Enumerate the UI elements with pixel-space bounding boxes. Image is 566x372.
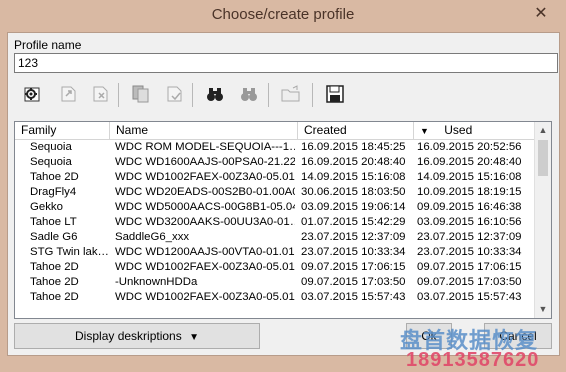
cell-name: WDC WD1002FAEX-00Z3A0-05.01…	[115, 291, 295, 303]
table-row[interactable]: Tahoe 2D WDC WD1002FAEX-00Z3A0-05.01… 03.0…	[15, 290, 535, 305]
cell-used: 16.09.2015 20:52:56	[417, 141, 522, 153]
cell-name: WDC WD1002FAEX-00Z3A0-05.01…	[115, 261, 295, 273]
toolbar-separator	[192, 83, 193, 107]
cell-created: 16.09.2015 20:48:40	[301, 156, 406, 168]
cell-used: 09.09.2015 16:46:38	[417, 201, 522, 213]
cell-family: Tahoe 2D	[30, 261, 79, 273]
cell-used: 16.09.2015 20:48:40	[417, 156, 522, 168]
column-header-used-label: Used	[444, 123, 473, 137]
gear-settings-icon[interactable]	[20, 81, 46, 107]
table-row[interactable]: Sadle G6 SaddleG6_xxx 23.07.2015 12:37:09 2…	[15, 230, 535, 245]
cell-family: Sequoia	[30, 156, 72, 168]
dialog-client-area: Profile name 123 Family Name Created ▼ U…	[7, 32, 560, 371]
vertical-scrollbar[interactable]: ▲ ▼	[534, 122, 551, 318]
cell-name: SaddleG6_xxx	[115, 231, 190, 243]
cell-created: 01.07.2015 15:42:29	[301, 216, 406, 228]
cell-name: WDC WD20EADS-00S2B0-01.00A0…	[115, 186, 295, 198]
chevron-down-icon: ▼	[189, 332, 199, 343]
column-header-family[interactable]: Family	[15, 122, 110, 139]
cell-created: 09.07.2015 17:06:15	[301, 261, 406, 273]
folder-open-icon[interactable]	[278, 81, 304, 107]
cell-used: 03.09.2015 16:10:56	[417, 216, 522, 228]
table-row[interactable]: Tahoe 2D WDC WD1002FAEX-00Z3A0-05.01… 14.0…	[15, 170, 535, 185]
cell-used: 23.07.2015 12:37:09	[417, 231, 522, 243]
toolbar	[16, 81, 416, 109]
column-header-created[interactable]: Created	[298, 122, 414, 139]
cell-created: 14.09.2015 15:16:08	[301, 171, 406, 183]
table-row[interactable]: Sequoia WDC WD1600AAJS-00PSA0-21.22… 16.09…	[15, 155, 535, 170]
toolbar-separator	[268, 83, 269, 107]
scroll-up-button[interactable]: ▲	[535, 122, 551, 139]
table-row[interactable]: DragFly4 WDC WD20EADS-00S2B0-01.00A0… 30.0…	[15, 185, 535, 200]
profile-name-input[interactable]	[14, 53, 558, 73]
scroll-down-button[interactable]: ▼	[535, 301, 551, 318]
cell-family: Sadle G6	[30, 231, 78, 243]
profile-name-label: Profile name	[14, 38, 82, 52]
cell-family: Gekko	[30, 201, 63, 213]
table-row[interactable]: Tahoe LT WDC WD3200AAKS-00UU3A0-01… 01.07.…	[15, 215, 535, 230]
table-body: Sequoia WDC ROM MODEL-SEQUOIA---1… 16.09.2…	[15, 140, 535, 305]
profile-table: Family Name Created ▼ Used Sequoia WDC RO…	[14, 121, 552, 319]
cell-family: Sequoia	[30, 141, 72, 153]
table-row[interactable]: Tahoe 2D WDC WD1002FAEX-00Z3A0-05.01… 09.0…	[15, 260, 535, 275]
cell-family: Tahoe 2D	[30, 276, 79, 288]
cell-name: WDC WD1002FAEX-00Z3A0-05.01…	[115, 171, 295, 183]
table-row[interactable]: Tahoe 2D -UnknownHDDa 09.07.2015 17:03:50 0…	[15, 275, 535, 290]
cell-created: 23.07.2015 10:33:34	[301, 246, 406, 258]
binoculars-disabled-icon[interactable]	[236, 81, 262, 107]
scroll-thumb[interactable]	[538, 140, 548, 176]
display-descriptions-label: Display deskriptions	[75, 329, 182, 343]
cell-name: WDC WD1600AAJS-00PSA0-21.22…	[115, 156, 295, 168]
cell-family: STG Twin lak…	[30, 246, 108, 258]
cell-name: -UnknownHDDa	[115, 276, 198, 288]
toolbar-separator	[118, 83, 119, 107]
copy-icon[interactable]	[128, 81, 154, 107]
delete-icon[interactable]	[88, 81, 114, 107]
title-bar: Choose/create profile ✕	[0, 0, 566, 30]
export-icon[interactable]	[56, 81, 82, 107]
table-row[interactable]: STG Twin lak… WDC WD1200AAJS-00VTA0-01.01…	[15, 245, 535, 260]
binoculars-icon[interactable]	[202, 81, 228, 107]
cell-family: DragFly4	[30, 186, 77, 198]
cell-created: 23.07.2015 12:37:09	[301, 231, 406, 243]
cell-name: WDC WD5000AACS-00G8B1-05.04…	[115, 201, 295, 213]
cell-created: 09.07.2015 17:03:50	[301, 276, 406, 288]
cell-name: WDC WD3200AAKS-00UU3A0-01…	[115, 216, 295, 228]
cell-used: 09.07.2015 17:06:15	[417, 261, 522, 273]
table-header: Family Name Created ▼ Used	[15, 122, 535, 140]
toolbar-separator	[312, 83, 313, 107]
cell-created: 30.06.2015 18:03:50	[301, 186, 406, 198]
cell-used: 14.09.2015 15:16:08	[417, 171, 522, 183]
save-icon[interactable]	[322, 81, 348, 107]
table-row[interactable]: Sequoia WDC ROM MODEL-SEQUOIA---1… 16.09.2…	[15, 140, 535, 155]
dialog-window: Choose/create profile ✕ Profile name 123…	[0, 0, 566, 371]
cell-created: 03.07.2015 15:57:43	[301, 291, 406, 303]
apply-icon[interactable]	[162, 81, 188, 107]
table-row[interactable]: Gekko WDC WD5000AACS-00G8B1-05.04… 03.09.2…	[15, 200, 535, 215]
cell-created: 16.09.2015 18:45:25	[301, 141, 406, 153]
window-title: Choose/create profile	[211, 6, 355, 23]
column-header-used[interactable]: ▼ Used	[414, 122, 535, 139]
close-button[interactable]: ✕	[528, 3, 554, 25]
column-header-name[interactable]: Name	[110, 122, 298, 139]
cell-name: WDC WD1200AAJS-00VTA0-01.01…	[115, 246, 295, 258]
sort-desc-icon: ▼	[420, 126, 429, 136]
cell-created: 03.09.2015 19:06:14	[301, 201, 406, 213]
cell-family: Tahoe 2D	[30, 291, 79, 303]
cell-family: Tahoe 2D	[30, 171, 79, 183]
cell-used: 23.07.2015 10:33:34	[417, 246, 522, 258]
cell-family: Tahoe LT	[30, 216, 77, 228]
cell-used: 10.09.2015 18:19:15	[417, 186, 522, 198]
cell-used: 09.07.2015 17:03:50	[417, 276, 522, 288]
display-descriptions-button[interactable]: Display deskriptions ▼	[14, 323, 260, 349]
cell-used: 03.07.2015 15:57:43	[417, 291, 522, 303]
cell-name: WDC ROM MODEL-SEQUOIA---1…	[115, 141, 295, 153]
